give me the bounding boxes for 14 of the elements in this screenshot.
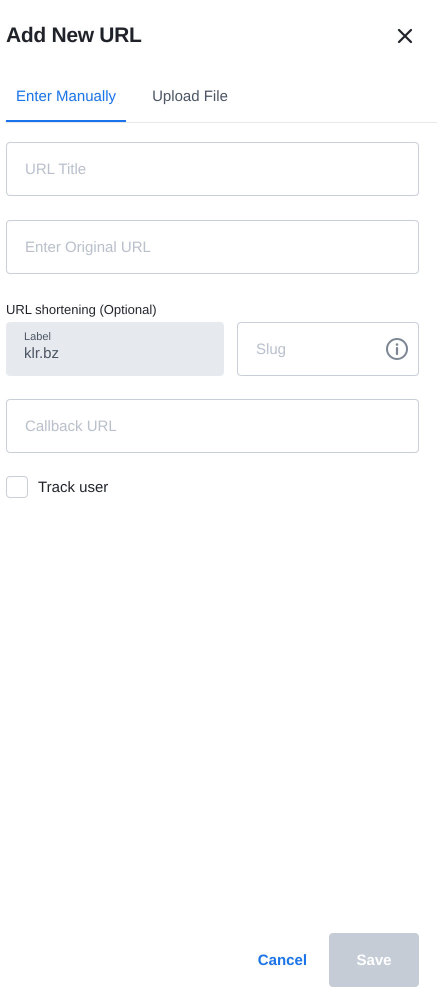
close-button[interactable] xyxy=(395,26,415,46)
checkbox[interactable] xyxy=(6,476,28,498)
cancel-button[interactable]: Cancel xyxy=(256,944,309,976)
info-icon[interactable] xyxy=(385,337,409,361)
tab[interactable]: Upload File xyxy=(142,72,238,122)
dialog-title: Add New URL xyxy=(6,24,142,48)
tab[interactable]: Enter Manually xyxy=(6,72,126,122)
input-field[interactable]: Enter Original URL xyxy=(6,220,419,274)
input-field[interactable]: URL Title xyxy=(6,142,419,196)
slug-field[interactable]: Slug xyxy=(237,322,419,376)
input-field[interactable]: Callback URL xyxy=(6,399,419,453)
section-label: URL shortening (Optional) xyxy=(6,302,158,317)
domain-field: Label klr.bz xyxy=(6,322,224,376)
checkbox-label: Track user xyxy=(38,478,108,496)
